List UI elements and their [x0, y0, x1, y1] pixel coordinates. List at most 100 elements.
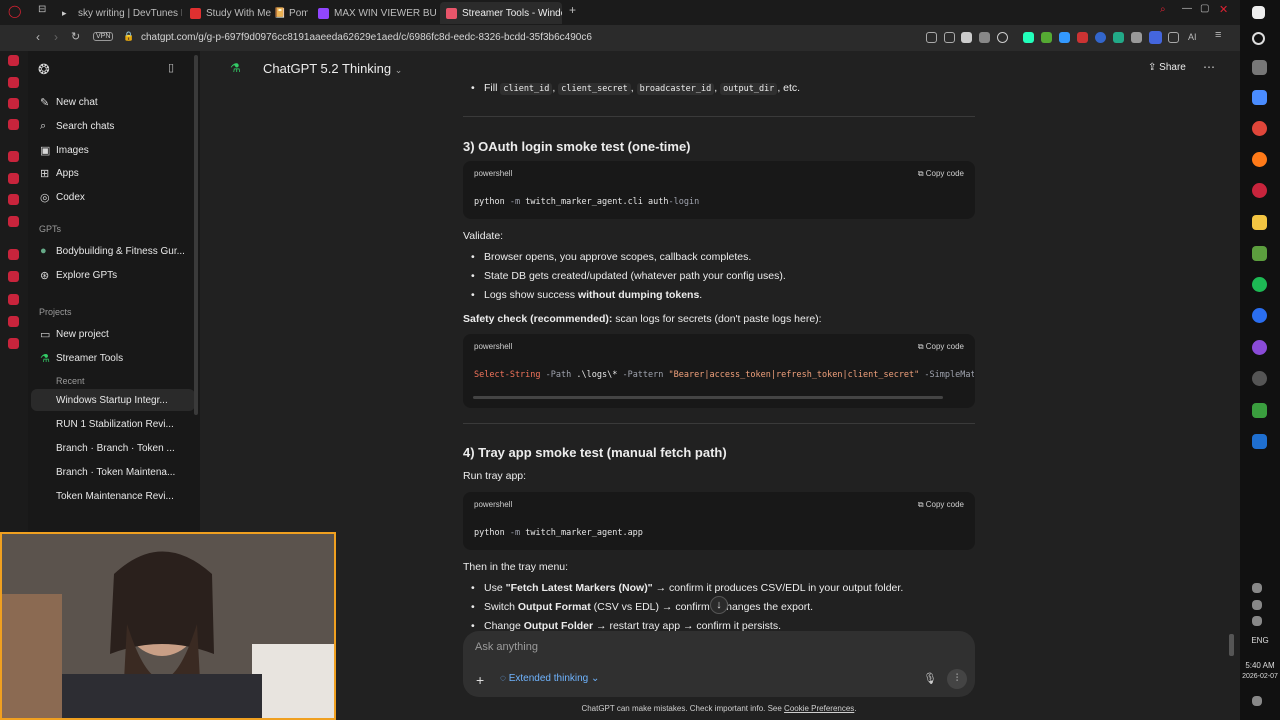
rail-icon-9[interactable]: [8, 249, 19, 260]
lock-icon[interactable]: 🔒: [123, 31, 134, 42]
rail-icon-10[interactable]: [8, 271, 19, 282]
tab-devtunes[interactable]: ▸ sky writing | DevTunes FM: [56, 2, 182, 24]
scroll-down-icon[interactable]: ↓: [710, 596, 728, 614]
toggle-sidebar-icon[interactable]: ▯: [168, 61, 174, 74]
profile-icon[interactable]: [1149, 31, 1162, 44]
extension-e-icon[interactable]: [1095, 32, 1106, 43]
recent-chat-item[interactable]: Branch · Branch · Token ...: [28, 437, 192, 459]
chrome-icon[interactable]: [1252, 121, 1267, 136]
tray-chevron-icon[interactable]: [1252, 583, 1262, 593]
copy-code-button[interactable]: ⧉ Copy code: [918, 500, 964, 510]
maximize-icon[interactable]: ▢: [1200, 3, 1209, 14]
cookie-preferences-link[interactable]: Cookie Preferences: [784, 704, 854, 713]
clock-time[interactable]: 5:40 AM: [1240, 661, 1280, 670]
tab-max-win[interactable]: MAX WIN VIEWER BUY -: [312, 2, 436, 24]
rail-icon-11[interactable]: [8, 294, 19, 305]
sidebar-item-new-chat[interactable]: ✎ New chat: [28, 91, 200, 113]
url-field[interactable]: chatgpt.com/g/g-p-697f9d0976cc8191aaeeda…: [141, 32, 592, 43]
sidebar-item-new-project[interactable]: ▭ New project: [28, 323, 200, 345]
sidebar-item-bodybuilding-gpt[interactable]: ● Bodybuilding & Fitness Gur...: [28, 240, 200, 262]
rail-icon-8[interactable]: [8, 216, 19, 227]
sidebar-item-streamer-tools[interactable]: ⚗ Streamer Tools: [28, 347, 200, 369]
microphone-icon[interactable]: 🎙: [923, 672, 937, 685]
sidebar-item-explore-gpts[interactable]: ⊛ Explore GPTs: [28, 264, 200, 286]
copy-code-button[interactable]: ⧉ Copy code: [918, 342, 964, 352]
maps-icon[interactable]: [1252, 308, 1267, 323]
windows-start-icon[interactable]: [1252, 6, 1265, 19]
share-button[interactable]: ⇪ Share: [1148, 62, 1186, 73]
minimize-icon[interactable]: —: [1182, 3, 1192, 14]
recent-chat-item[interactable]: RUN 1 Stabilization Revi...: [28, 413, 192, 435]
search-icon[interactable]: [1252, 32, 1265, 45]
rail-icon-2[interactable]: [8, 77, 19, 88]
horizontal-scrollbar[interactable]: [473, 396, 943, 399]
obs-icon[interactable]: [1252, 371, 1267, 386]
download-icon[interactable]: [1168, 32, 1179, 43]
extended-thinking-button[interactable]: ◌ Extended thinking ⌄: [500, 673, 599, 684]
task-view-icon[interactable]: [1252, 60, 1267, 75]
shield-icon[interactable]: [961, 32, 972, 43]
play-extension-icon[interactable]: [979, 32, 990, 43]
content-scrollbar[interactable]: [1229, 634, 1234, 656]
tab-streamer-tools[interactable]: Streamer Tools - Window: [440, 2, 562, 24]
clock-date[interactable]: 2026-02-07: [1240, 673, 1280, 680]
rail-icon-3[interactable]: [8, 98, 19, 109]
notifications-icon[interactable]: [1252, 696, 1262, 706]
copilot-icon[interactable]: [1252, 90, 1267, 105]
snapshot-icon[interactable]: [944, 32, 955, 43]
vscode-icon[interactable]: [1252, 434, 1267, 449]
volume-icon[interactable]: [1252, 616, 1262, 626]
prompt-input[interactable]: [475, 641, 895, 653]
recent-chat-item[interactable]: Windows Startup Integr...: [31, 389, 195, 411]
opera-icon[interactable]: [1252, 183, 1267, 198]
network-icon[interactable]: [1252, 600, 1262, 610]
new-tab-button[interactable]: +: [569, 3, 576, 17]
extension-d-icon[interactable]: [1077, 32, 1088, 43]
language-indicator[interactable]: ENG: [1240, 636, 1280, 645]
back-icon[interactable]: ‹: [36, 30, 40, 44]
extensions-icon[interactable]: [1131, 32, 1142, 43]
rail-icon-1[interactable]: [8, 55, 19, 66]
forward-icon[interactable]: ›: [54, 30, 58, 44]
rail-icon-4[interactable]: [8, 119, 19, 130]
spotify-icon[interactable]: [1252, 277, 1267, 292]
heart-icon[interactable]: [997, 32, 1008, 43]
firefox-icon[interactable]: [1252, 152, 1267, 167]
close-window-icon[interactable]: ✕: [1219, 3, 1228, 16]
copy-code-button[interactable]: ⧉ Copy code: [918, 169, 964, 179]
tab-grid-icon[interactable]: ⊟: [38, 4, 46, 15]
extension-c-icon[interactable]: [1059, 32, 1070, 43]
vpn-badge[interactable]: VPN: [93, 32, 114, 41]
menu-icon[interactable]: ≡: [1215, 29, 1221, 41]
opera-logo-icon[interactable]: ◯: [8, 4, 21, 18]
add-attachment-icon[interactable]: +: [476, 672, 484, 688]
sidebar-item-search-chats[interactable]: ⌕ Search chats: [28, 115, 200, 137]
extension-a-icon[interactable]: [1023, 32, 1034, 43]
ai-button[interactable]: AI: [1188, 32, 1197, 42]
sidebar-scrollbar[interactable]: [194, 55, 198, 415]
rail-icon-5[interactable]: [8, 151, 19, 162]
recent-chat-item[interactable]: Branch · Token Maintena...: [28, 461, 192, 483]
reload-icon[interactable]: ↻: [71, 30, 80, 43]
model-selector[interactable]: ChatGPT 5.2 Thinking ⌄: [263, 61, 402, 76]
rail-icon-12[interactable]: [8, 316, 19, 327]
extension-b-icon[interactable]: [1041, 32, 1052, 43]
bookmark-icon[interactable]: [926, 32, 937, 43]
recent-chat-item[interactable]: Token Maintenance Revi...: [28, 485, 192, 507]
voice-mode-icon[interactable]: ⫶: [947, 669, 967, 689]
rail-icon-7[interactable]: [8, 194, 19, 205]
discord-icon[interactable]: [1252, 340, 1267, 355]
file-explorer-icon[interactable]: [1252, 215, 1267, 230]
rail-icon-6[interactable]: [8, 173, 19, 184]
search-tabs-icon[interactable]: ⌕: [1160, 4, 1166, 15]
terminal-icon[interactable]: [1252, 403, 1267, 418]
tab-study-with-me[interactable]: Study With Me 📔 Pom: [184, 2, 308, 24]
rail-icon-13[interactable]: [8, 338, 19, 349]
sidebar-item-images[interactable]: ▣ Images: [28, 139, 200, 161]
sidebar-item-apps[interactable]: ⊞ Apps: [28, 162, 200, 184]
sidebar-item-codex[interactable]: ◎ Codex: [28, 186, 200, 208]
notepad-icon[interactable]: [1252, 246, 1267, 261]
openai-logo-icon[interactable]: ❂: [38, 61, 50, 78]
extension-f-icon[interactable]: [1113, 32, 1124, 43]
more-options-icon[interactable]: ⋯: [1203, 60, 1215, 74]
